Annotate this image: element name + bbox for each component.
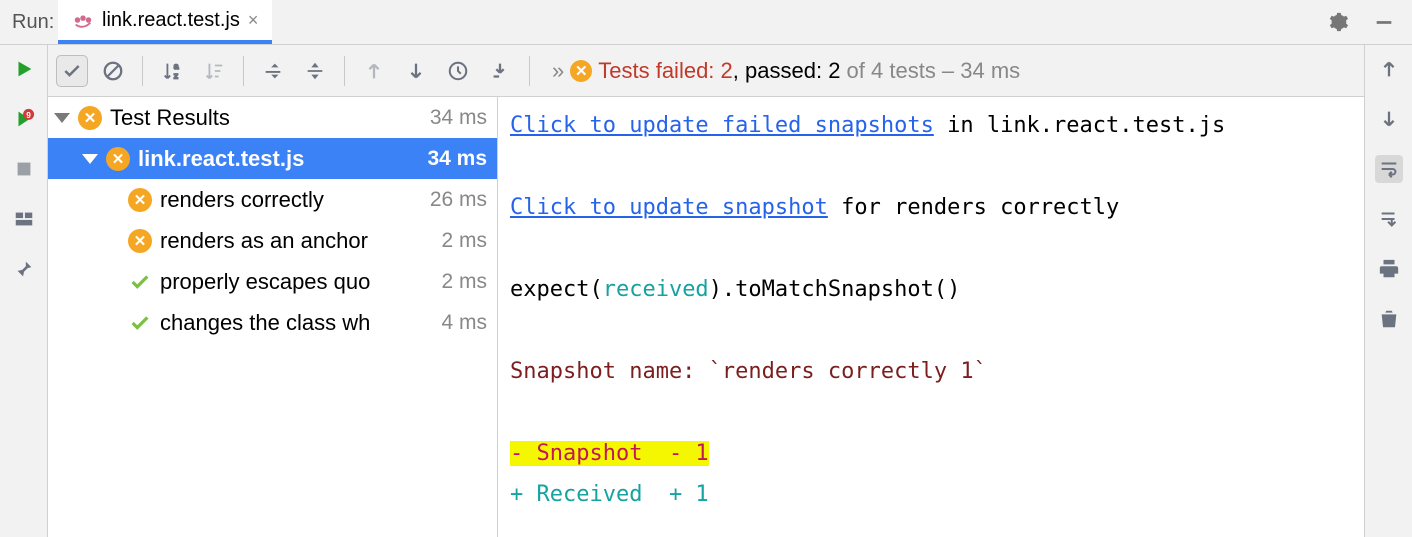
svg-text:a: a	[174, 62, 179, 71]
tab-title: link.react.test.js	[102, 9, 240, 32]
test-output: Click to update failed snapshots in link…	[498, 97, 1364, 537]
run-icon[interactable]	[10, 55, 38, 83]
show-ignored-icon[interactable]	[96, 54, 130, 88]
chevrons-icon: »	[552, 58, 564, 84]
layout-icon[interactable]	[10, 205, 38, 233]
output-text: for renders correctly	[828, 195, 1119, 220]
fail-badge-icon: ✕	[128, 188, 152, 212]
svg-text:z: z	[174, 71, 178, 80]
tree-time: 4 ms	[441, 311, 487, 335]
tree-label: Test Results	[110, 105, 422, 131]
test-toolbar: az	[48, 45, 1364, 97]
expect-line: expect(received).toMatchSnapshot()	[510, 269, 1352, 310]
tree-test[interactable]: ✕ renders correctly 26 ms	[48, 179, 497, 220]
stop-icon[interactable]	[10, 155, 38, 183]
failed-label: Tests failed: 2	[598, 58, 733, 83]
pass-badge-icon	[128, 311, 152, 335]
tree-file[interactable]: ✕ link.react.test.js 34 ms	[48, 138, 497, 179]
rerun-failed-icon[interactable]: 9	[10, 105, 38, 133]
tree-test[interactable]: changes the class wh 4 ms	[48, 302, 497, 343]
test-tree: ✕ Test Results 34 ms ✕ link.react.test.j…	[48, 97, 498, 537]
collapse-all-icon[interactable]	[298, 54, 332, 88]
trash-icon[interactable]	[1375, 305, 1403, 333]
sort-icon[interactable]: az	[155, 54, 189, 88]
total-text: of 4 tests – 34 ms	[840, 58, 1020, 83]
prev-failed-icon[interactable]	[357, 54, 391, 88]
print-icon[interactable]	[1375, 255, 1403, 283]
failed-badge-icon: ✕	[570, 60, 592, 82]
tree-label: link.react.test.js	[138, 146, 419, 172]
tree-time: 26 ms	[430, 188, 487, 212]
diff-plus-line: + Received + 1	[510, 474, 1352, 515]
gear-icon[interactable]	[1324, 8, 1352, 36]
fail-badge-icon: ✕	[128, 229, 152, 253]
fail-badge-icon: ✕	[78, 106, 102, 130]
jest-icon	[72, 9, 94, 31]
tree-time: 2 ms	[441, 229, 487, 253]
run-label: Run:	[0, 11, 58, 34]
pass-badge-icon	[128, 270, 152, 294]
expand-all-icon[interactable]	[256, 54, 290, 88]
output-text: in link.react.test.js	[934, 113, 1225, 138]
svg-text:9: 9	[26, 111, 31, 120]
left-tool-rail: 9	[0, 45, 48, 537]
history-icon[interactable]	[441, 54, 475, 88]
tree-time: 34 ms	[430, 106, 487, 130]
run-tab[interactable]: link.react.test.js ×	[58, 0, 272, 44]
scroll-up-icon[interactable]	[1375, 55, 1403, 83]
right-tool-rail	[1364, 45, 1412, 537]
next-failed-icon[interactable]	[399, 54, 433, 88]
soft-wrap-icon[interactable]	[1375, 155, 1403, 183]
minimize-icon[interactable]	[1370, 8, 1398, 36]
tree-time: 34 ms	[427, 147, 487, 171]
tree-time: 2 ms	[441, 270, 487, 294]
tree-label: renders correctly	[160, 187, 422, 213]
close-tab-icon[interactable]: ×	[248, 10, 259, 31]
tree-test[interactable]: ✕ renders as an anchor 2 ms	[48, 220, 497, 261]
sort-duration-icon[interactable]	[197, 54, 231, 88]
passed-text: , passed: 2	[733, 58, 841, 83]
chevron-down-icon[interactable]	[82, 154, 98, 164]
tree-test[interactable]: properly escapes quo 2 ms	[48, 261, 497, 302]
scroll-down-icon[interactable]	[1375, 105, 1403, 133]
diff-minus-line: - Snapshot - 1	[510, 433, 1352, 474]
tree-root[interactable]: ✕ Test Results 34 ms	[48, 97, 497, 138]
update-all-snapshots-link[interactable]: Click to update failed snapshots	[510, 113, 934, 138]
pin-icon[interactable]	[10, 255, 38, 283]
tree-label: renders as an anchor	[160, 228, 433, 254]
snapshot-name-line: Snapshot name: `renders correctly 1`	[510, 351, 1352, 392]
tree-label: properly escapes quo	[160, 269, 433, 295]
status-summary: » ✕ Tests failed: 2, passed: 2 of 4 test…	[552, 58, 1020, 84]
fail-badge-icon: ✕	[106, 147, 130, 171]
update-snapshot-link[interactable]: Click to update snapshot	[510, 195, 828, 220]
show-passed-toggle[interactable]	[56, 55, 88, 87]
tree-label: changes the class wh	[160, 310, 433, 336]
scroll-to-end-icon[interactable]	[1375, 205, 1403, 233]
import-icon[interactable]	[483, 54, 517, 88]
chevron-down-icon[interactable]	[54, 113, 70, 123]
